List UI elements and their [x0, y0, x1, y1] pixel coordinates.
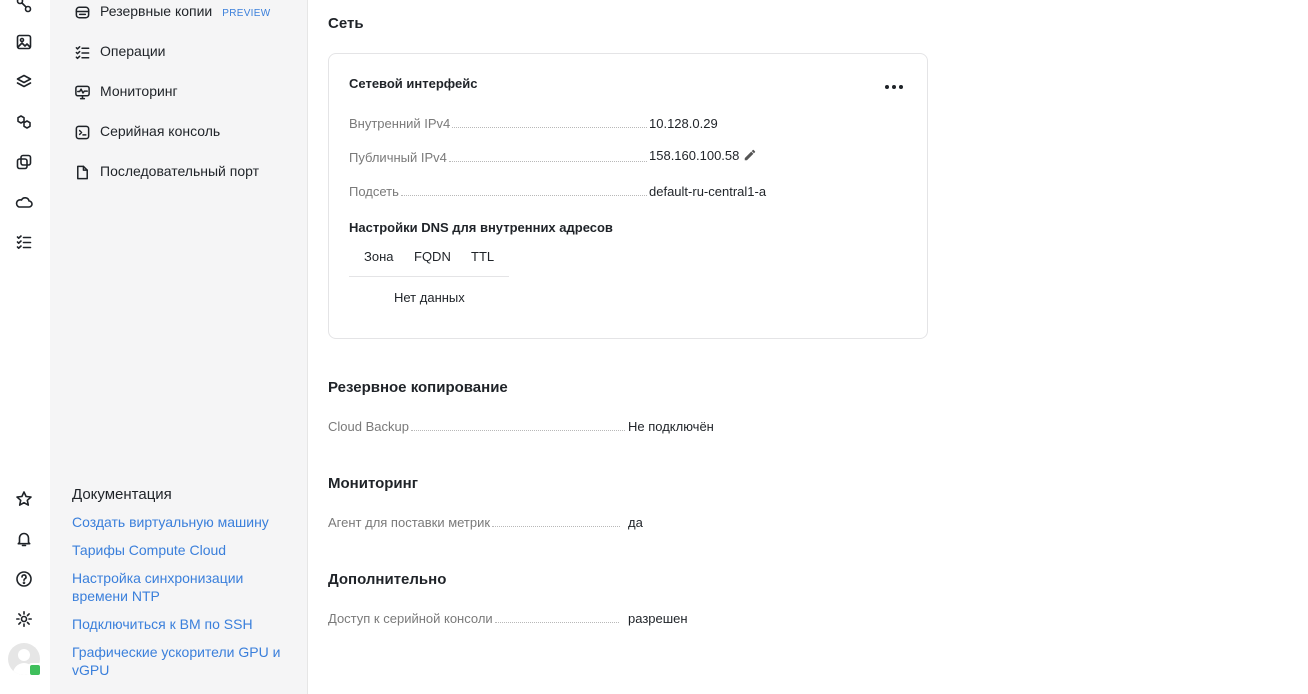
backup-icon [72, 2, 92, 22]
doc-link-ssh[interactable]: Подключиться к ВМ по SSH [72, 615, 292, 633]
more-actions-button[interactable] [882, 80, 906, 94]
backup-section-title: Резервное копирование [328, 379, 508, 396]
dotted-leader [452, 127, 648, 128]
doc-link-pricing[interactable]: Тарифы Compute Cloud [72, 541, 292, 559]
public-ipv4-label: Публичный IPv4 [349, 150, 447, 165]
checklist-icon[interactable] [13, 231, 35, 253]
checklist-icon [72, 42, 92, 62]
doc-link-ntp[interactable]: Настройка синхронизации времени NTP [72, 569, 292, 605]
dotted-leader [410, 430, 625, 431]
subnet-label: Подсеть [349, 184, 399, 199]
network-interface-card: Сетевой интерфейс Внутренний IPv4 10.128… [328, 53, 928, 339]
sidebar-item-label: Последовательный порт [100, 163, 260, 179]
dns-empty-state: Нет данных [394, 290, 465, 305]
metrics-agent-row: Агент для поставки метрик да [328, 512, 928, 530]
sidebar-item-operations[interactable]: Операции [50, 38, 308, 66]
main-content: Сеть Сетевой интерфейс Внутренний IPv4 1… [308, 0, 1308, 694]
documentation-title: Документация [72, 486, 172, 503]
sidebar-item-label: Мониторинг [100, 83, 178, 99]
documentation-section: Документация Создать виртуальную машину … [72, 486, 292, 689]
public-ipv4-value: 158.160.100.58 [649, 148, 740, 163]
dns-column-fqdn: FQDN [414, 249, 451, 264]
sidebar-item-label: Резервные копии [100, 3, 213, 19]
cloud-backup-label: Cloud Backup [328, 419, 409, 434]
sidebar-item-serial-port[interactable]: Последовательный порт [50, 158, 308, 186]
internal-ipv4-label: Внутренний IPv4 [349, 116, 451, 131]
cloud-backup-row: Cloud Backup Не подключён [328, 416, 928, 434]
subnet-link[interactable]: default-ru-central1-a [649, 184, 766, 199]
doc-link-gpu[interactable]: Графические ускорители GPU и vGPU [72, 643, 292, 679]
network-section-title: Сеть [328, 15, 364, 32]
terminal-icon [72, 122, 92, 142]
extra-section-title: Дополнительно [328, 571, 447, 588]
sidebar: Резервные копии PREVIEW Операции Монитори… [50, 0, 308, 694]
hexagons-icon[interactable] [13, 111, 35, 133]
dotted-leader [492, 526, 621, 527]
serial-console-access-label: Доступ к серийной консоли [328, 611, 493, 626]
settings-icon[interactable] [13, 608, 35, 630]
edit-pencil-icon[interactable] [743, 148, 757, 165]
star-icon[interactable] [13, 488, 35, 510]
cloud-disk-icon[interactable] [13, 191, 35, 213]
help-icon[interactable] [13, 568, 35, 590]
sidebar-item-label: Серийная консоль [100, 123, 221, 139]
dns-settings-title: Настройки DNS для внутренних адресов [349, 220, 613, 235]
graph-icon[interactable] [13, 0, 35, 16]
image-icon[interactable] [13, 31, 35, 53]
cloud-backup-value: Не подключён [628, 419, 714, 434]
dotted-leader [494, 622, 619, 623]
serial-console-access-row: Доступ к серийной консоли разрешен [328, 608, 928, 626]
monitoring-section-title: Мониторинг [328, 475, 418, 492]
sidebar-item-label: Операции [100, 43, 166, 59]
bell-icon[interactable] [13, 528, 35, 550]
dns-table-header: Зона FQDN TTL [349, 242, 509, 277]
avatar-status-badge [28, 663, 42, 677]
monitoring-icon [72, 82, 92, 102]
layers-icon[interactable] [13, 71, 35, 93]
dotted-leader [400, 195, 647, 196]
internal-ipv4-value: 10.128.0.29 [649, 116, 718, 131]
sidebar-item-monitoring[interactable]: Мониторинг [50, 78, 308, 106]
metrics-agent-label: Агент для поставки метрик [328, 515, 491, 530]
dns-column-ttl: TTL [471, 249, 495, 264]
public-ipv4-row: Публичный IPv4 158.160.100.58 [349, 147, 909, 165]
sidebar-item-backups[interactable]: Резервные копии PREVIEW [50, 0, 308, 26]
dotted-leader [448, 161, 647, 162]
network-interface-title: Сетевой интерфейс [349, 76, 478, 91]
serial-console-access-value: разрешен [628, 611, 688, 626]
file-icon [72, 162, 92, 182]
icon-rail [0, 0, 50, 694]
metrics-agent-value: да [628, 515, 643, 530]
dns-column-zone: Зона [364, 249, 394, 264]
doc-link-create-vm[interactable]: Создать виртуальную машину [72, 513, 292, 531]
preview-badge: PREVIEW [222, 8, 271, 19]
sidebar-item-serial-console[interactable]: Серийная консоль [50, 118, 308, 146]
internal-ipv4-row: Внутренний IPv4 10.128.0.29 [349, 113, 909, 131]
copy-icon[interactable] [13, 151, 35, 173]
subnet-row: Подсеть default-ru-central1-a [349, 181, 909, 199]
